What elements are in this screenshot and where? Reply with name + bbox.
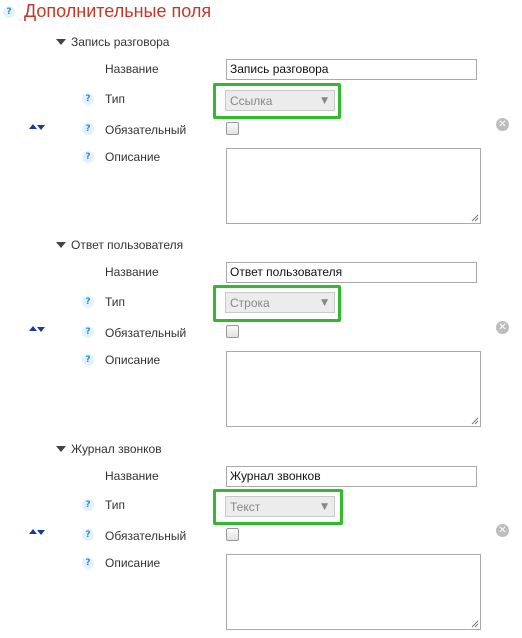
sort-arrows-icon[interactable] (29, 528, 45, 536)
type-label: Тип (105, 295, 126, 309)
type-select[interactable]: Ссылка ▼ (225, 90, 335, 111)
name-input[interactable]: Запись разговора (226, 59, 477, 80)
name-input[interactable]: Ответ пользователя (226, 262, 477, 283)
name-label: Название (105, 265, 159, 279)
help-icon[interactable]: ? (82, 93, 94, 105)
delete-icon[interactable]: ✕ (496, 321, 509, 334)
required-label: Обязательный (105, 326, 187, 340)
collapse-triangle-icon[interactable] (56, 242, 66, 248)
page-title: Дополнительные поля (24, 1, 212, 21)
help-icon[interactable]: ? (82, 354, 94, 366)
chevron-down-icon: ▼ (321, 96, 328, 106)
section-title[interactable]: Запись разговора (71, 35, 169, 49)
help-icon[interactable]: ? (82, 499, 94, 511)
help-icon[interactable]: ? (82, 296, 94, 308)
name-label: Название (105, 469, 159, 483)
help-icon[interactable]: ? (82, 557, 94, 569)
help-icon[interactable]: ? (82, 529, 94, 541)
sort-arrows-icon[interactable] (29, 123, 45, 131)
type-select-value: Строка (230, 296, 270, 310)
collapse-triangle-icon[interactable] (56, 446, 66, 452)
section-title[interactable]: Ответ пользователя (71, 238, 183, 252)
resize-grip-icon[interactable] (471, 620, 479, 628)
help-icon[interactable]: ? (82, 123, 94, 135)
section-title[interactable]: Журнал звонков (71, 442, 162, 456)
description-textarea[interactable] (226, 351, 481, 427)
required-checkbox[interactable] (226, 325, 239, 338)
chevron-down-icon: ▼ (321, 502, 328, 512)
sort-arrows-icon[interactable] (29, 325, 45, 333)
description-label: Описание (105, 150, 161, 164)
help-icon[interactable]: ? (82, 326, 94, 338)
description-textarea[interactable] (226, 148, 481, 224)
resize-grip-icon[interactable] (471, 417, 479, 425)
required-checkbox[interactable] (226, 528, 239, 541)
required-label: Обязательный (105, 123, 187, 137)
required-checkbox[interactable] (226, 122, 239, 135)
help-icon[interactable]: ? (3, 6, 15, 18)
description-textarea[interactable] (226, 554, 481, 630)
description-label: Описание (105, 556, 161, 570)
type-select[interactable]: Текст ▼ (225, 496, 335, 517)
collapse-triangle-icon[interactable] (56, 39, 66, 45)
type-label: Тип (105, 498, 126, 512)
type-select-value: Ссылка (230, 94, 273, 108)
description-label: Описание (105, 353, 161, 367)
type-select[interactable]: Строка ▼ (225, 292, 335, 313)
type-label: Тип (105, 92, 126, 106)
name-input[interactable]: Журнал звонков (226, 466, 477, 487)
required-label: Обязательный (105, 529, 187, 543)
help-icon[interactable]: ? (82, 151, 94, 163)
delete-icon[interactable]: ✕ (496, 118, 509, 131)
name-label: Название (105, 62, 159, 76)
delete-icon[interactable]: ✕ (496, 524, 509, 537)
chevron-down-icon: ▼ (321, 298, 328, 308)
type-select-value: Текст (230, 500, 261, 514)
resize-grip-icon[interactable] (471, 214, 479, 222)
